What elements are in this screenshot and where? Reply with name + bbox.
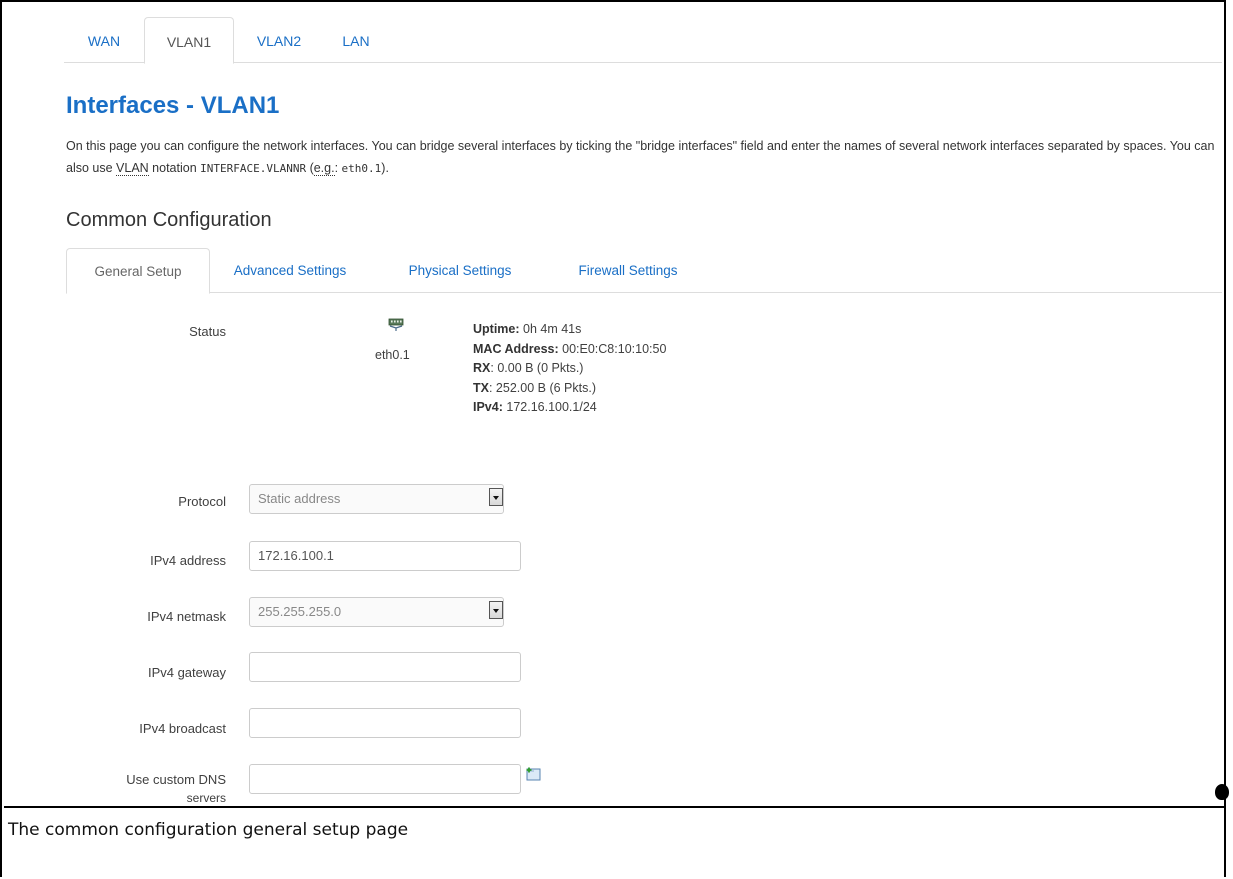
dns-servers-input[interactable] — [249, 764, 521, 794]
tx-value: : 252.00 B (6 Pkts.) — [488, 380, 596, 395]
interface-name: eth0.1 — [375, 348, 410, 362]
protocol-label: Protocol — [178, 494, 226, 509]
description-text: ( — [306, 161, 314, 175]
code-interface-vlannr: INTERFACE.VLANNR — [200, 162, 307, 175]
tx-row: TX: 252.00 B (6 Pkts.) — [473, 379, 666, 399]
ipv4-netmask-select[interactable]: 255.255.255.0 — [249, 597, 504, 627]
ipv4-netmask-label: IPv4 netmask — [147, 609, 226, 624]
ipv4-label: IPv4: — [473, 400, 503, 414]
tab-wan[interactable]: WAN — [64, 17, 144, 61]
description-text: notation — [148, 161, 201, 175]
dns-label-line2: servers — [186, 791, 226, 805]
uptime-value: 0h 4m 41s — [519, 322, 582, 336]
page-title: Interfaces - VLAN1 — [66, 92, 280, 119]
tab-vlan2[interactable]: VLAN2 — [239, 17, 319, 61]
mac-label: MAC Address: — [473, 341, 559, 356]
figure-caption: The common configuration general setup p… — [8, 820, 409, 840]
rx-label: RX — [473, 361, 491, 375]
uptime-row: Uptime: 0h 4m 41s — [473, 320, 666, 340]
config-tabs: General Setup Advanced Settings Physical… — [66, 248, 1222, 294]
description-text: ). — [381, 161, 389, 175]
status-label: Status — [189, 324, 226, 339]
tab-physical-settings[interactable]: Physical Settings — [388, 248, 532, 291]
status-details: Uptime: 0h 4m 41s MAC Address: 00:E0:C8:… — [473, 320, 666, 418]
mac-row: MAC Address: 00:E0:C8:10:10:50 — [473, 340, 666, 360]
ipv4-gateway-input[interactable] — [249, 652, 521, 682]
ipv4-value: 172.16.100.1/24 — [502, 400, 597, 414]
rx-row: RX: 0.00 B (0 Pkts.) — [473, 359, 666, 379]
tab-advanced-settings[interactable]: Advanced Settings — [216, 248, 364, 291]
tab-lan[interactable]: LAN — [326, 17, 386, 61]
rx-value: : 0.00 B (0 Pkts.) — [490, 361, 584, 375]
section-title: Common Configuration — [66, 209, 272, 231]
code-eth0-1: eth0.1 — [341, 162, 382, 175]
description-text: : — [334, 161, 342, 175]
tab-firewall-settings[interactable]: Firewall Settings — [556, 248, 700, 291]
uptime-label: Uptime: — [473, 322, 520, 336]
network-interface-icon — [388, 318, 404, 331]
page-description: On this page you can configure the netwo… — [66, 135, 1216, 180]
tab-general-setup[interactable]: General Setup — [66, 248, 210, 294]
figure-frame: WAN VLAN1 VLAN2 LAN Interfaces - VLAN1 O… — [0, 0, 1226, 877]
mac-value: 00:E0:C8:10:10:50 — [558, 341, 667, 356]
chevron-down-icon[interactable] — [489, 601, 503, 619]
dns-label-line1: Use custom DNS — [126, 772, 226, 787]
ipv4-gateway-label: IPv4 gateway — [147, 665, 226, 680]
add-entry-icon[interactable] — [525, 767, 541, 781]
ipv4-broadcast-input[interactable] — [249, 708, 521, 738]
ipv4-row: IPv4: 172.16.100.1/24 — [473, 398, 666, 418]
ipv4-broadcast-label: IPv4 broadcast — [139, 721, 226, 736]
dns-label: Use custom DNS servers — [4, 770, 226, 806]
ipv4-address-label: IPv4 address — [150, 553, 226, 568]
tx-label: TX — [473, 380, 489, 395]
screenshot-area: WAN VLAN1 VLAN2 LAN Interfaces - VLAN1 O… — [4, 4, 1226, 808]
chevron-down-icon[interactable] — [489, 488, 503, 506]
interface-tabs: WAN VLAN1 VLAN2 LAN — [64, 17, 1222, 64]
tab-vlan1[interactable]: VLAN1 — [144, 17, 234, 64]
ipv4-address-input[interactable]: 172.16.100.1 — [249, 541, 521, 571]
vlan-abbr: VLAN — [116, 161, 149, 176]
eg-abbr: e.g. — [313, 161, 335, 176]
bullet-mark — [1215, 784, 1229, 800]
protocol-select[interactable]: Static address — [249, 484, 504, 514]
